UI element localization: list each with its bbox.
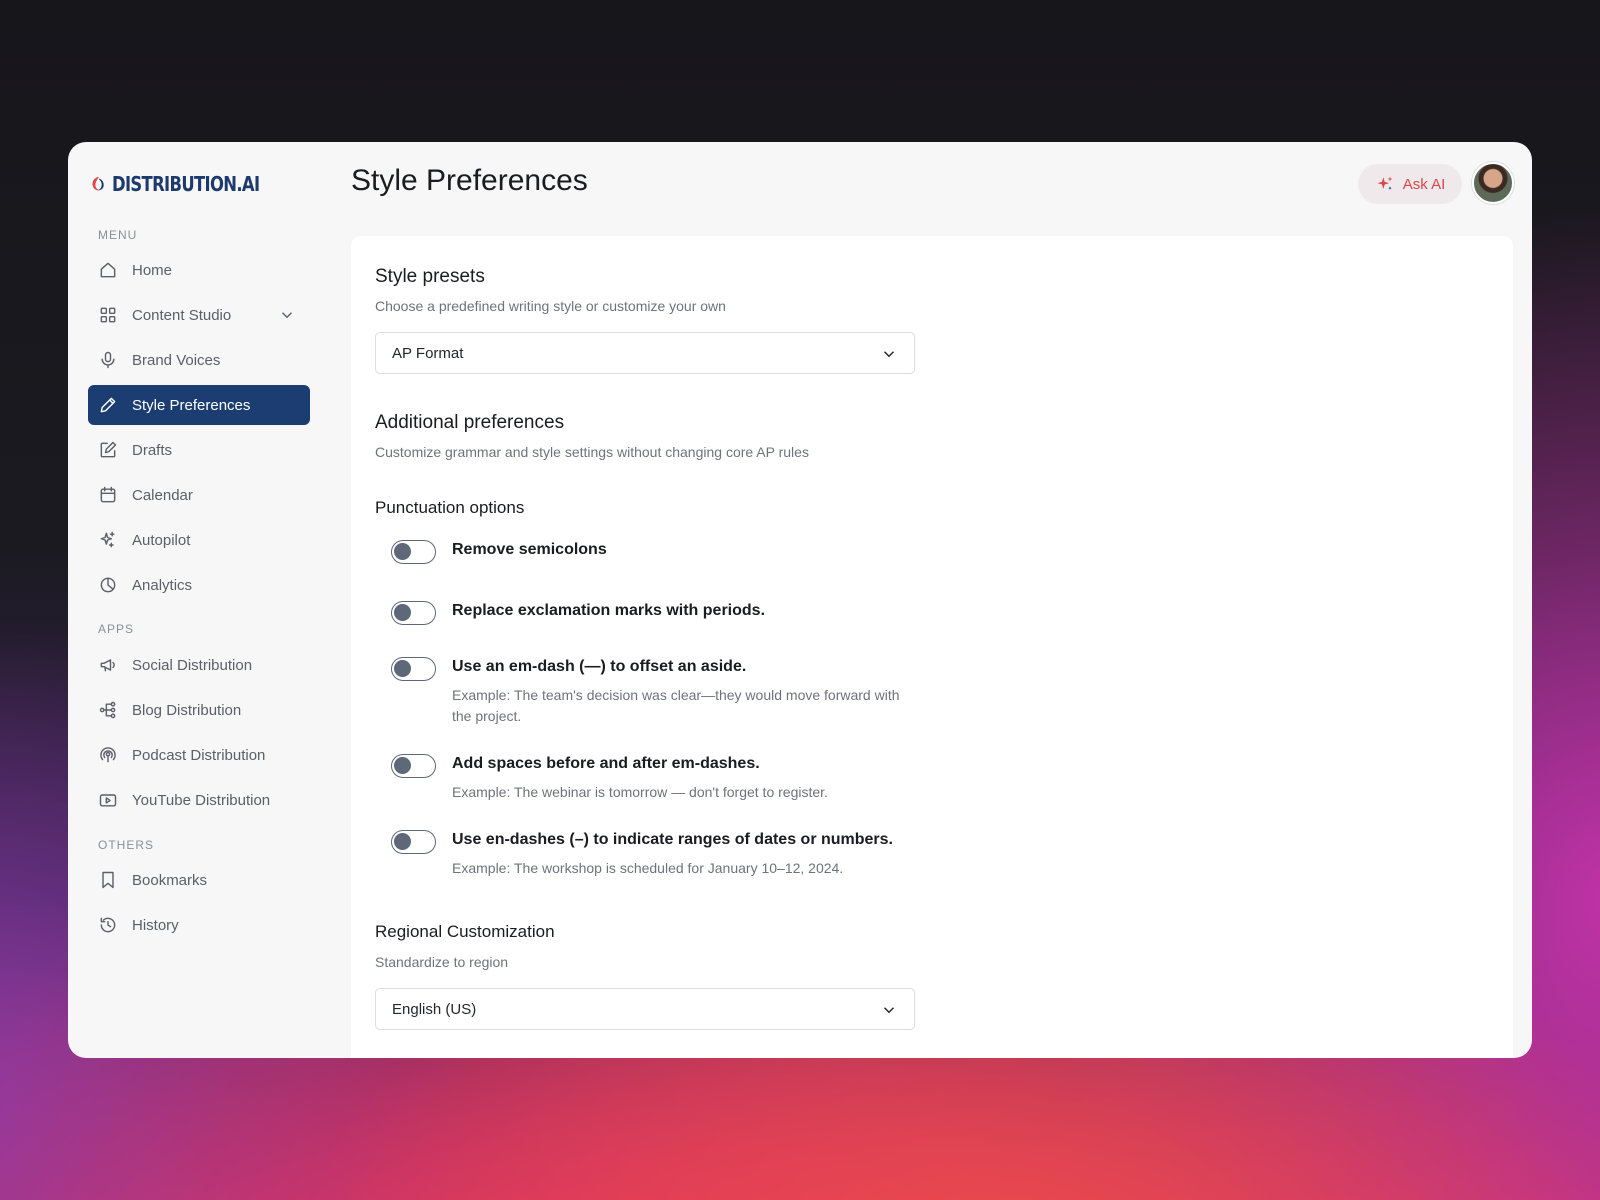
toggle-knob [394,757,411,774]
app-window: DISTRIBUTION.AI MENU Home Content Studio… [68,142,1532,1058]
sidebar-item-label: Bookmarks [132,871,208,889]
sparkles-icon [1377,176,1393,190]
brand-name: DISTRIBUTION.AI [112,172,260,196]
toggle-switch[interactable] [391,754,436,778]
home-icon [98,260,118,280]
sidebar-item-label: Podcast Distribution [132,746,266,764]
option-example: Example: The webinar is tomorrow — don't… [452,784,828,800]
option-label: Remove semicolons [452,541,607,558]
section-label-apps: APPS [98,622,135,636]
style-preset-value: AP Format [392,344,464,362]
option-label: Replace exclamation marks with periods. [452,602,766,619]
punctuation-options-title: Punctuation options [375,498,525,517]
edit-icon [98,440,118,460]
toggle-knob [394,543,411,560]
region-select[interactable]: English (US) [375,988,915,1030]
sidebar-item-label: Drafts [132,441,173,459]
section-label-others: OTHERS [98,838,155,852]
toggle-knob [394,833,411,850]
podcast-icon [98,745,118,765]
style-presets-subtitle: Choose a predefined writing style or cus… [375,298,726,314]
sidebar-item-label: Home [132,261,173,279]
style-presets-title: Style presets [375,266,485,287]
pencil-icon [98,395,118,415]
sidebar-item-brand-voices[interactable]: Brand Voices [88,340,310,380]
sidebar-item-label: YouTube Distribution [132,791,271,809]
regional-customization-subtitle: Standardize to region [375,954,509,970]
sidebar-item-label: Calendar [132,486,193,504]
sidebar-item-label: Analytics [132,576,193,594]
toggle-knob [394,660,411,677]
toggle-switch[interactable] [391,830,436,854]
chevron-down-icon[interactable] [278,306,296,324]
sidebar-item-label: Style Preferences [132,396,251,414]
toggle-knob [394,604,411,621]
additional-preferences-subtitle: Customize grammar and style settings wit… [375,444,809,460]
section-label-menu: MENU [98,228,138,242]
youtube-icon [98,790,118,810]
brand-logo-icon [92,176,104,191]
history-icon [98,915,118,935]
sidebar-item-label: Content Studio [132,306,232,324]
toggle-switch[interactable] [391,657,436,681]
sidebar-item-label: Brand Voices [132,351,221,369]
toggle-switch[interactable] [391,540,436,564]
chevron-down-icon [880,345,898,363]
share-icon [98,700,118,720]
option-example: Example: The workshop is scheduled for J… [452,860,844,876]
sidebar-item-drafts[interactable]: Drafts [88,430,310,470]
sidebar-item-analytics[interactable]: Analytics [88,565,310,605]
style-preset-select[interactable]: AP Format [375,332,915,374]
sidebar-item-history[interactable]: History [88,905,310,945]
avatar[interactable] [1472,162,1514,204]
toggle-switch[interactable] [391,601,436,625]
microphone-icon [98,350,118,370]
regional-customization-title: Regional Customization [375,922,555,941]
sidebar-item-youtube-distribution[interactable]: YouTube Distribution [88,780,310,820]
sparkles-icon [98,530,118,550]
option-label: Use en-dashes (–) to indicate ranges of … [452,831,893,848]
brand-logo[interactable]: DISTRIBUTION.AI [90,172,292,196]
chevron-down-icon [880,1001,898,1019]
settings-panel: Style presets Choose a predefined writin… [351,236,1513,1058]
grid-icon [98,305,118,325]
megaphone-icon [98,655,118,675]
additional-preferences-title: Additional preferences [375,412,565,433]
region-value: English (US) [392,1000,477,1018]
sidebar-item-label: Blog Distribution [132,701,242,719]
sidebar-item-calendar[interactable]: Calendar [88,475,310,515]
sidebar-item-style-preferences[interactable]: Style Preferences [88,385,310,425]
sidebar-item-social-distribution[interactable]: Social Distribution [88,645,310,685]
sidebar-item-autopilot[interactable]: Autopilot [88,520,310,560]
sidebar-item-content-studio[interactable]: Content Studio [88,295,310,335]
calendar-icon [98,485,118,505]
option-example: Example: The team's decision was clear—t… [452,687,900,724]
pie-chart-icon [98,575,118,595]
sidebar: DISTRIBUTION.AI MENU Home Content Studio… [68,142,330,1058]
sidebar-item-blog-distribution[interactable]: Blog Distribution [88,690,310,730]
ask-ai-button[interactable]: Ask AI [1358,164,1462,204]
sidebar-item-label: Autopilot [132,531,191,549]
sidebar-item-bookmarks[interactable]: Bookmarks [88,860,310,900]
sidebar-item-home[interactable]: Home [88,250,310,290]
sidebar-item-label: Social Distribution [132,656,253,674]
option-label: Add spaces before and after em-dashes. [452,755,760,772]
bookmark-icon [98,870,118,890]
sidebar-item-podcast-distribution[interactable]: Podcast Distribution [88,735,310,775]
sidebar-item-label: History [132,916,179,934]
option-label: Use an em-dash (—) to offset an aside. [452,658,747,675]
ask-ai-label: Ask AI [1402,175,1446,193]
page-title: Style Preferences [351,164,588,197]
